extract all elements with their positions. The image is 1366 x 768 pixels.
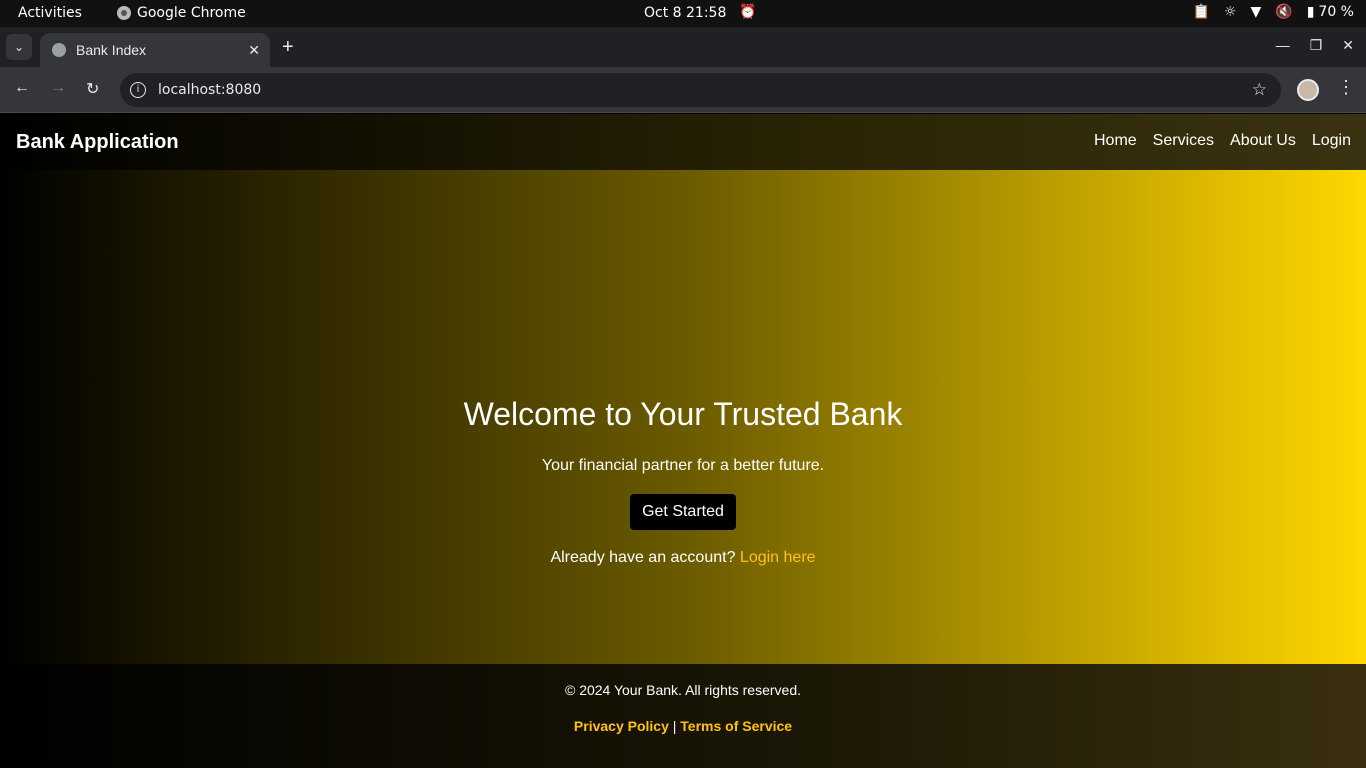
window-controls: — ❐ ✕ [1276,37,1354,54]
login-here-link[interactable]: Login here [740,549,816,566]
web-page: Bank Application Home Services About Us … [0,114,1366,768]
back-icon[interactable]: ← [14,79,30,97]
volume-muted-icon: 🔇 [1275,4,1293,20]
battery-icon: ▮ [1306,4,1315,20]
site-navbar: Bank Application Home Services About Us … [0,114,1366,170]
system-top-bar: Activities Google Chrome Oct 8 21:58 ⏰ 📋… [0,0,1366,27]
app-name: Google Chrome [137,5,246,21]
nav-about-us[interactable]: About Us [1230,132,1296,150]
profile-avatar[interactable] [1297,79,1319,101]
clock[interactable]: Oct 8 21:58 [644,5,726,21]
wifi-icon: ▼ [1250,4,1262,20]
chrome-menu-icon[interactable]: ⋮ [1337,77,1355,98]
nav-home[interactable]: Home [1094,132,1137,150]
chrome-icon [117,6,131,20]
clipboard-icon[interactable]: 📋 [1192,4,1209,20]
account-prompt: Already have an account? Login here [0,549,1366,567]
footer-links: Privacy Policy | Terms of Service [0,718,1366,734]
nav-login[interactable]: Login [1312,132,1351,150]
battery-percent: 70 % [1318,4,1354,20]
site-brand[interactable]: Bank Application [16,131,179,154]
terms-of-service-link[interactable]: Terms of Service [680,718,792,734]
account-prompt-text: Already have an account? [550,549,736,566]
brightness-icon: ☼ [1223,4,1237,20]
nav-links: Home Services About Us Login [1094,132,1351,150]
tab-bank-index[interactable]: Bank Index ✕ [40,33,270,67]
get-started-button[interactable]: Get Started [630,494,736,530]
site-info-icon[interactable]: i [130,82,146,98]
globe-icon [52,43,66,57]
battery-indicator: ▮ 70 % [1307,4,1354,20]
reload-icon[interactable]: ↻ [86,79,99,99]
tab-strip: ⌄ Bank Index ✕ + — ❐ ✕ [0,27,1366,67]
close-window-icon[interactable]: ✕ [1342,37,1354,54]
minimize-icon[interactable]: — [1276,37,1290,54]
activities-button[interactable]: Activities [18,5,82,21]
close-tab-icon[interactable]: ✕ [248,42,260,59]
hero-tagline: Your financial partner for a better futu… [541,457,825,474]
tab-title: Bank Index [76,42,147,58]
nav-services[interactable]: Services [1153,132,1214,150]
hero-title: Welcome to Your Trusted Bank [463,396,903,432]
bookmark-star-icon[interactable]: ☆ [1252,80,1267,100]
forward-icon[interactable]: → [50,79,66,97]
privacy-policy-link[interactable]: Privacy Policy [574,718,669,734]
copyright-text: © 2024 Your Bank. All rights reserved. [564,682,801,698]
site-footer: © 2024 Your Bank. All rights reserved. P… [0,664,1366,768]
system-tray[interactable]: 📋 ☼ ▼ 🔇 ▮ 70 % [1192,4,1354,20]
url-text[interactable]: localhost:8080 [158,82,261,98]
footer-separator: | [672,718,677,734]
new-tab-icon[interactable]: + [282,36,294,59]
hero-section: Welcome to Your Trusted Bank Your financ… [0,170,1366,664]
restore-icon[interactable]: ❐ [1310,37,1323,54]
app-menu[interactable]: Google Chrome [117,5,246,21]
alarm-icon: ⏰ [739,4,757,20]
address-bar[interactable]: i localhost:8080 ☆ [120,73,1281,107]
tab-search-button[interactable]: ⌄ [6,34,32,60]
browser-toolbar: ← → ↻ i localhost:8080 ☆ ⋮ [0,67,1366,113]
